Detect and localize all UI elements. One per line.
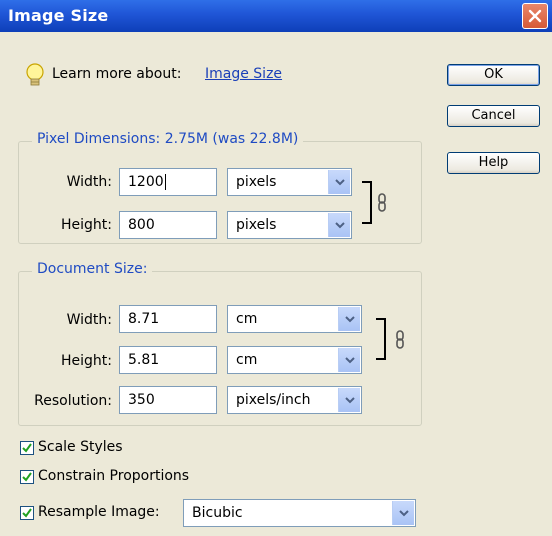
chevron-down-icon [335, 222, 345, 229]
pixel-height-input[interactable]: 800 [119, 211, 217, 239]
constrain-proportions-checkbox[interactable] [20, 470, 34, 484]
pixel-width-label: Width: [66, 174, 112, 190]
doc-width-unit-select[interactable]: cm [227, 305, 362, 333]
resolution-input[interactable]: 350 [119, 386, 217, 414]
checkmark-icon [22, 472, 32, 482]
document-size-legend: Document Size: [32, 261, 153, 277]
resample-method-select[interactable]: Bicubic [183, 499, 416, 527]
doc-height-input[interactable]: 5.81 [119, 346, 217, 374]
pixel-width-unit-value: pixels [236, 174, 277, 190]
chevron-down-icon [335, 179, 345, 186]
chevron-down-icon [345, 397, 355, 404]
learn-more-link[interactable]: Image Size [205, 66, 282, 82]
cancel-button[interactable]: Cancel [447, 105, 540, 127]
pixel-height-label: Height: [61, 217, 112, 233]
lightbulb-icon [26, 63, 44, 86]
pixel-height-value: 800 [128, 217, 155, 233]
text-cursor [164, 174, 166, 190]
pixel-width-unit-select[interactable]: pixels [227, 168, 352, 196]
dropdown-arrow[interactable] [338, 348, 360, 372]
doc-width-label: Width: [66, 312, 112, 328]
checkmark-icon [22, 443, 32, 453]
doc-width-input[interactable]: 8.71 [119, 305, 217, 333]
doc-width-value: 8.71 [128, 311, 160, 327]
ok-button[interactable]: OK [447, 64, 540, 86]
close-icon [528, 9, 542, 23]
dropdown-arrow[interactable] [328, 213, 350, 237]
pixel-height-unit-select[interactable]: pixels [227, 211, 352, 239]
scale-styles-label[interactable]: Scale Styles [38, 439, 123, 455]
dropdown-arrow[interactable] [338, 307, 360, 331]
resample-image-label[interactable]: Resample Image: [38, 504, 160, 520]
pixel-width-value: 1200 [128, 174, 164, 190]
resample-image-checkbox[interactable] [20, 506, 34, 520]
pixel-dimensions-legend: Pixel Dimensions: 2.75M (was 22.8M) [32, 131, 304, 147]
resolution-unit-select[interactable]: pixels/inch [227, 386, 362, 414]
constrain-bracket [376, 318, 386, 360]
chain-link-icon [378, 193, 386, 212]
chevron-down-icon [345, 316, 355, 323]
constrain-proportions-label[interactable]: Constrain Proportions [38, 468, 189, 484]
close-button[interactable] [522, 3, 548, 29]
resolution-label: Resolution: [34, 393, 112, 409]
resolution-value: 350 [128, 392, 155, 408]
doc-width-unit-value: cm [236, 311, 258, 327]
resample-method-value: Bicubic [192, 505, 243, 521]
resolution-unit-value: pixels/inch [236, 392, 311, 408]
window-title: Image Size [8, 6, 109, 25]
dropdown-arrow[interactable] [338, 388, 360, 412]
pixel-width-input[interactable]: 1200 [119, 168, 217, 196]
constrain-bracket [362, 181, 372, 224]
chevron-down-icon [345, 357, 355, 364]
dropdown-arrow[interactable] [328, 170, 350, 194]
scale-styles-checkbox[interactable] [20, 441, 34, 455]
doc-height-unit-select[interactable]: cm [227, 346, 362, 374]
doc-height-value: 5.81 [128, 352, 160, 368]
doc-height-label: Height: [61, 353, 112, 369]
help-button[interactable]: Help [447, 152, 540, 174]
doc-height-unit-value: cm [236, 352, 258, 368]
chevron-down-icon [399, 510, 409, 517]
dropdown-arrow[interactable] [392, 501, 414, 525]
checkmark-icon [22, 508, 32, 518]
pixel-height-unit-value: pixels [236, 217, 277, 233]
learn-more-label: Learn more about: [52, 66, 182, 82]
chain-link-icon [396, 330, 404, 349]
